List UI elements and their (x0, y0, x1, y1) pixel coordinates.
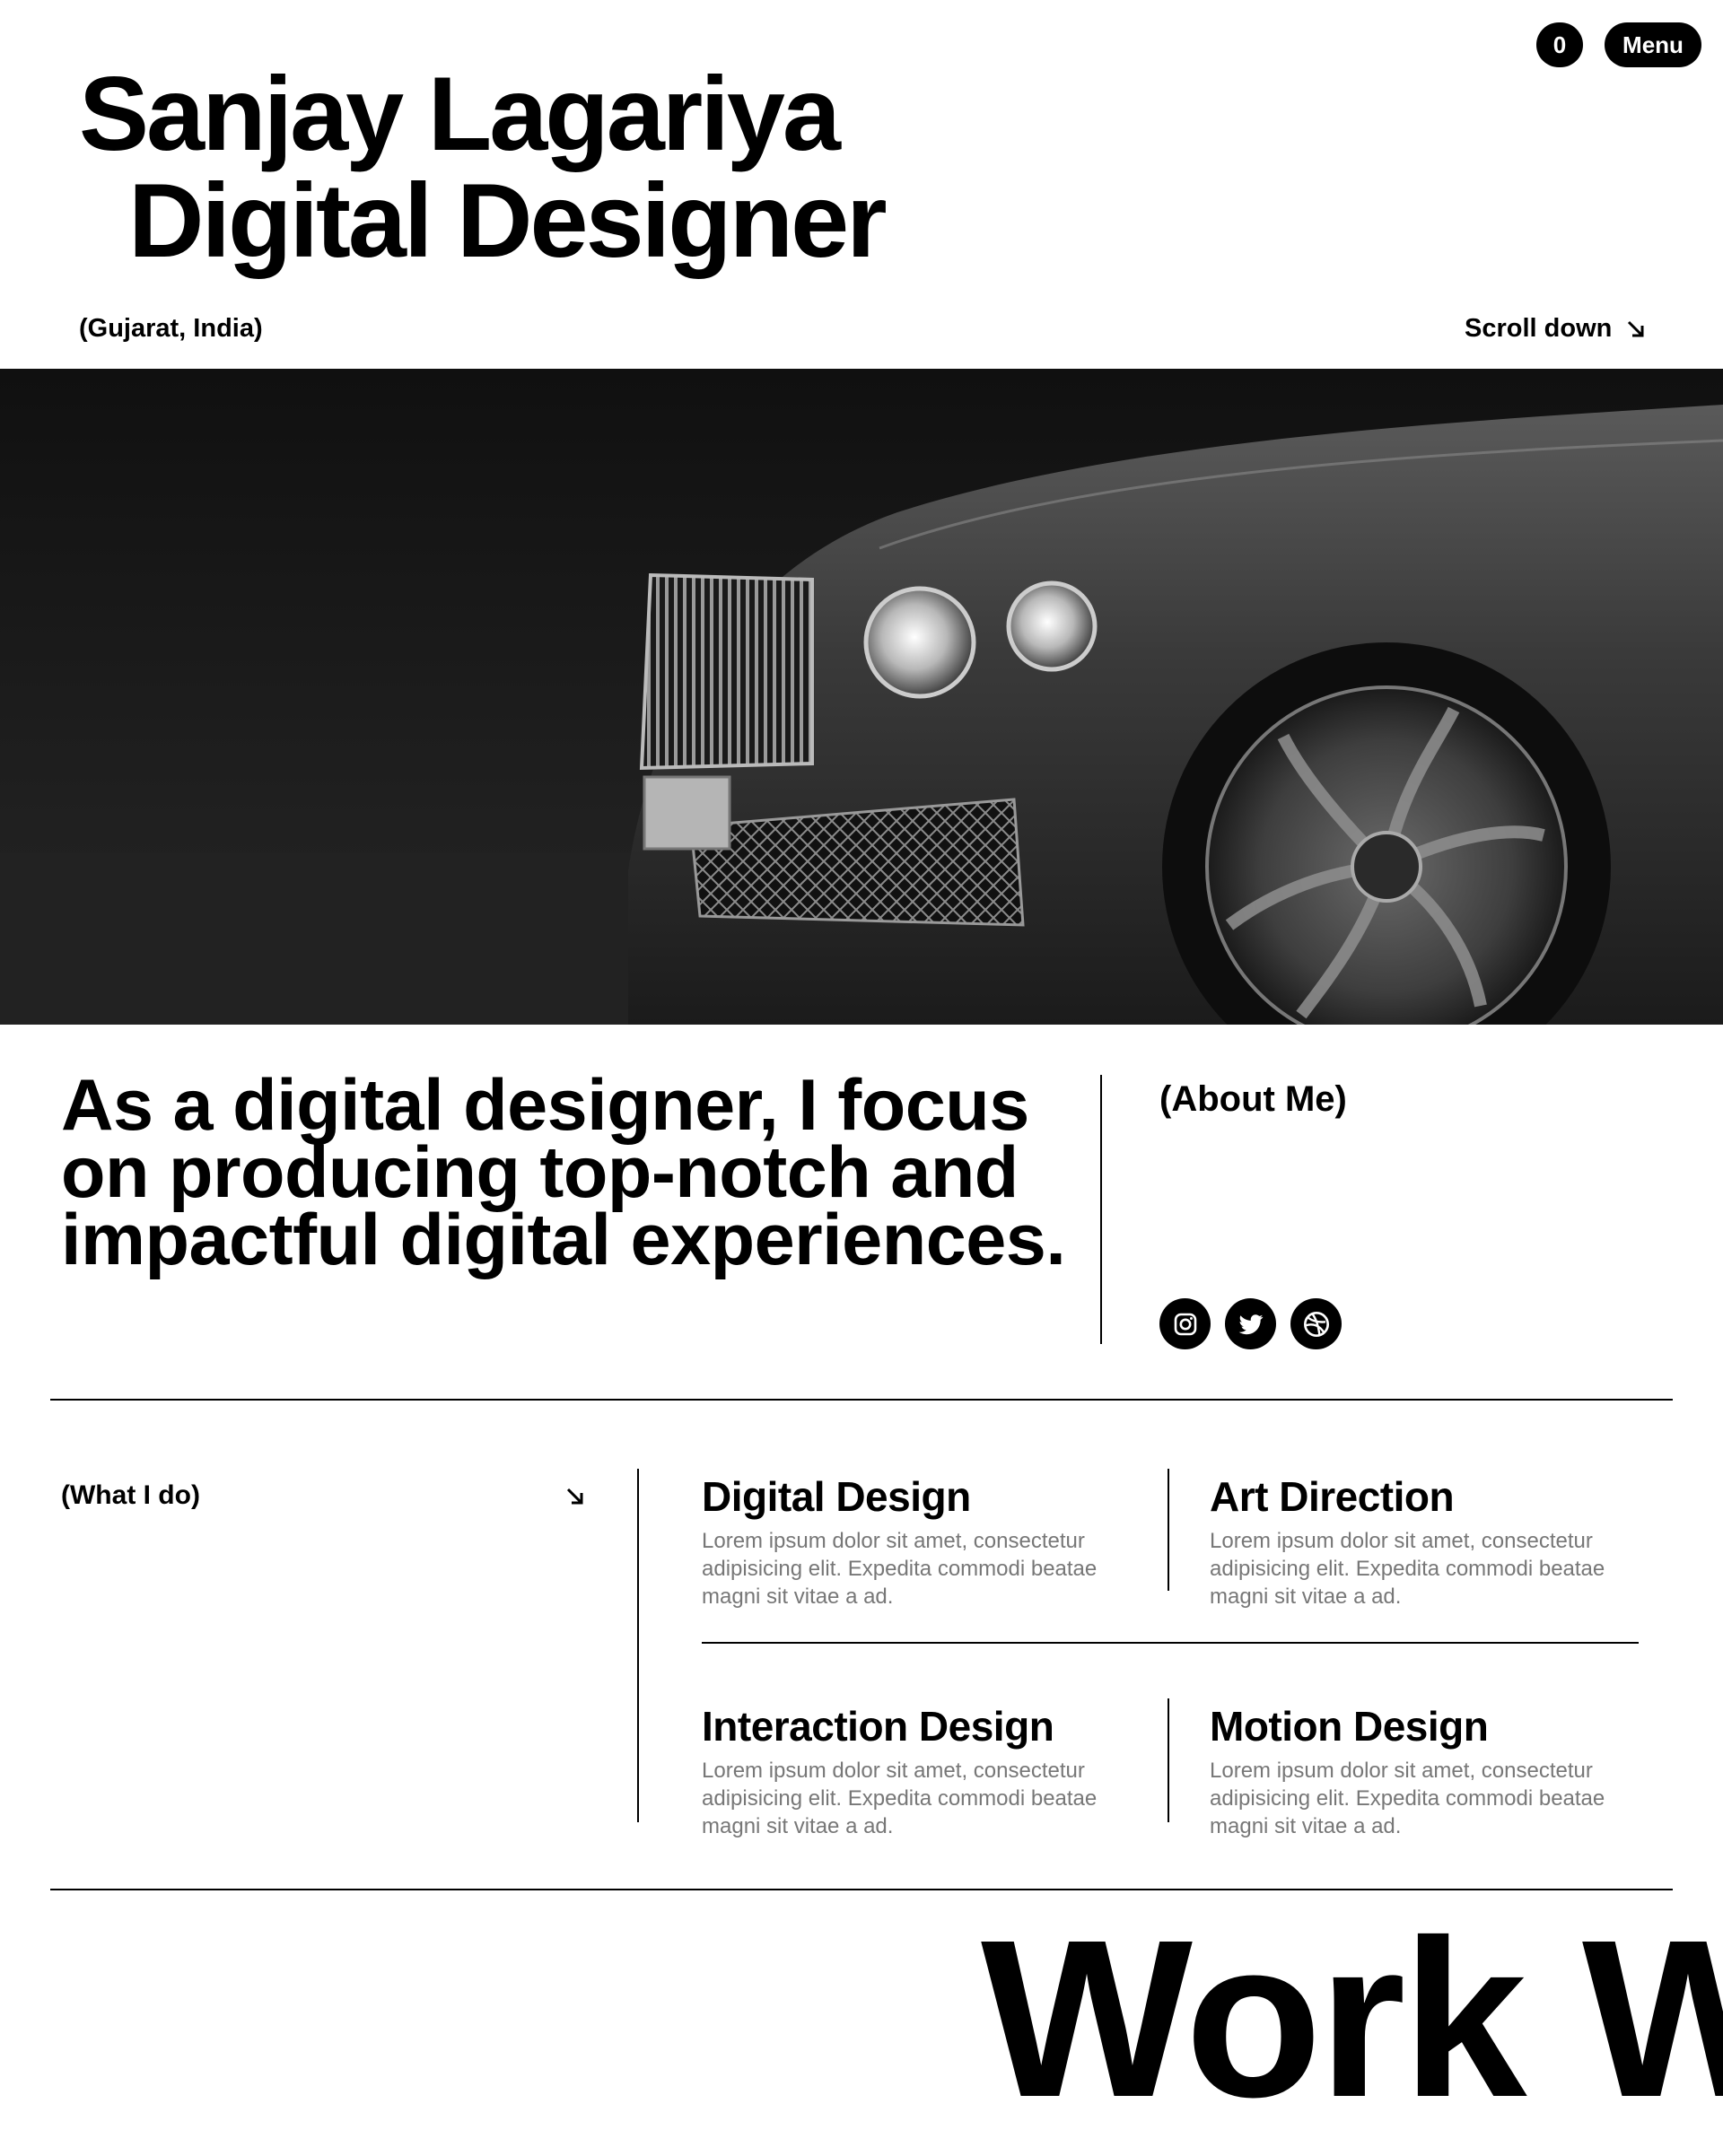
twitter-icon (1238, 1314, 1263, 1334)
arrow-down-right-icon (566, 1488, 583, 1505)
scroll-down-link[interactable]: Scroll down (1465, 314, 1646, 344)
dribbble-link[interactable] (1290, 1298, 1342, 1349)
menu-button[interactable]: Menu (1605, 22, 1701, 67)
service-title: Digital Design (702, 1473, 971, 1520)
service-title: Motion Design (1210, 1703, 1489, 1750)
hero-car-image (0, 369, 1723, 1025)
service-item: Art Direction Lorem ipsum dolor sit amet… (1210, 1474, 1614, 1610)
services-row-divider (702, 1642, 1639, 1644)
dribbble-icon (1303, 1311, 1329, 1337)
what-i-do-label: (What I do) (61, 1480, 200, 1510)
hero-title-role: Digital Designer (128, 161, 888, 279)
service-item: Digital Design Lorem ipsum dolor sit ame… (702, 1474, 1106, 1610)
service-title: Art Direction (1210, 1473, 1455, 1520)
service-title: Interaction Design (702, 1703, 1054, 1750)
service-description: Lorem ipsum dolor sit amet, consectetur … (1210, 1758, 1605, 1838)
section-divider (50, 1399, 1673, 1401)
instagram-link[interactable] (1159, 1298, 1211, 1349)
hero-title-name: Sanjay Lagariya (79, 55, 841, 172)
location-label: (Gujarat, India) (79, 314, 263, 343)
service-item: Motion Design Lorem ipsum dolor sit amet… (1210, 1704, 1614, 1840)
instagram-icon (1174, 1313, 1196, 1335)
social-links (1159, 1298, 1342, 1349)
arrow-down-right-icon (1628, 320, 1644, 336)
services-column-divider (1168, 1698, 1169, 1822)
about-me-label: (About Me) (1159, 1079, 1347, 1119)
twitter-link[interactable] (1225, 1298, 1276, 1349)
cart-count-badge[interactable]: 0 (1536, 22, 1583, 67)
scroll-down-label: Scroll down (1465, 314, 1613, 343)
about-statement: As a digital designer, I focus on produc… (61, 1065, 1066, 1280)
service-item: Interaction Design Lorem ipsum dolor sit… (702, 1704, 1106, 1840)
work-marquee-heading: Work W (981, 1893, 1723, 2143)
service-description: Lorem ipsum dolor sit amet, consectetur … (1210, 1528, 1605, 1609)
services-divider (637, 1469, 639, 1822)
service-description: Lorem ipsum dolor sit amet, consectetur … (702, 1758, 1098, 1838)
service-description: Lorem ipsum dolor sit amet, consectetur … (702, 1528, 1098, 1609)
about-divider (1100, 1075, 1102, 1344)
section-divider (50, 1889, 1673, 1890)
services-column-divider (1168, 1469, 1169, 1591)
